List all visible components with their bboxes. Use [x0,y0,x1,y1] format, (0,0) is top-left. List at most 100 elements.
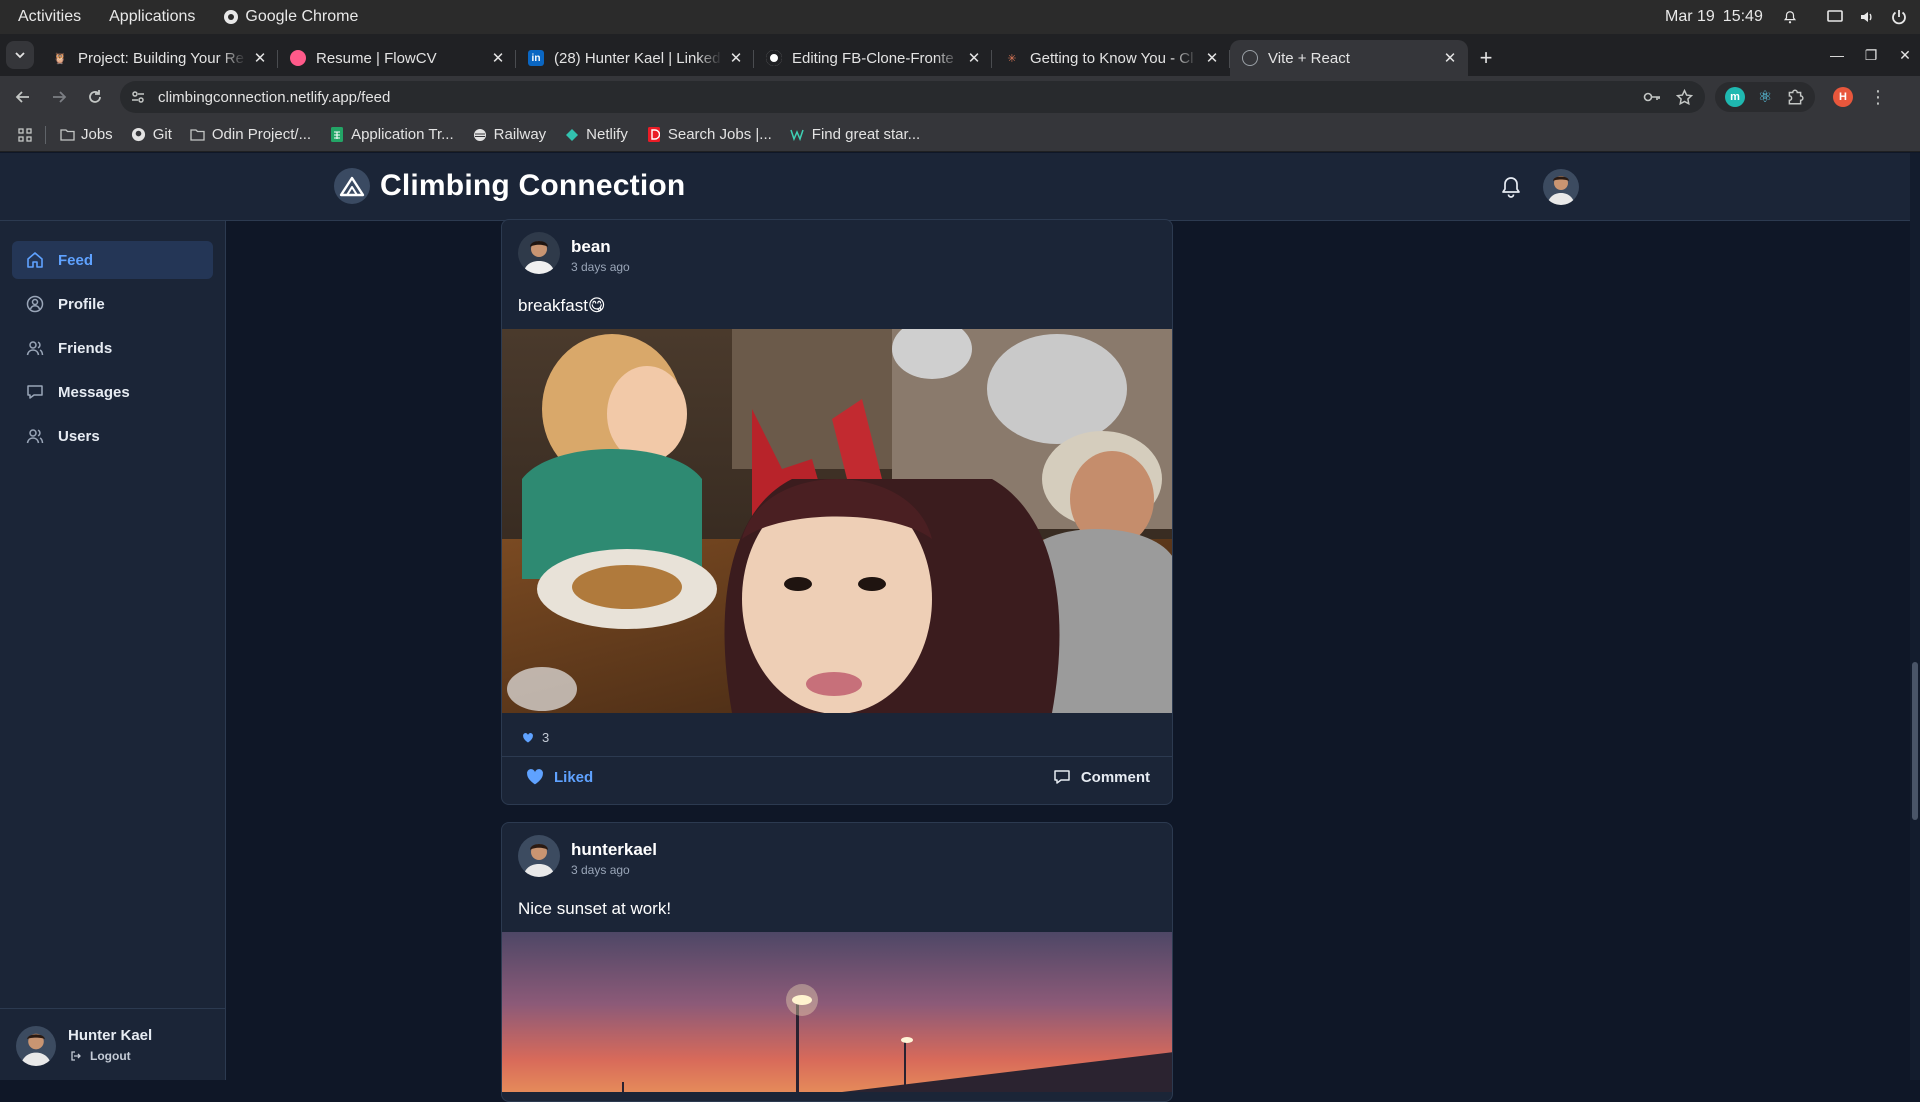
browser-tab[interactable]: Editing FB-Clone-Fronte ✕ [754,40,992,76]
messages-icon [27,385,43,399]
post-text: breakfast😋 [518,296,606,315]
post-photo-sunset[interactable] [502,932,1172,1092]
sidebar-item-friends[interactable]: Friends [12,329,213,367]
reload-button[interactable] [78,80,112,114]
notifications-bell-icon[interactable] [1499,175,1523,199]
extension-m-icon[interactable]: m [1725,87,1745,107]
chevron-down-icon [15,52,25,59]
odin-icon: 🦉 [53,52,67,65]
folder-icon [190,127,206,143]
like-count-heart-icon [523,732,533,742]
bookmark-label: Railway [493,126,547,143]
tab-title: Vite + React [1268,49,1350,67]
apps-grid-button[interactable] [0,122,41,148]
chrome-menu-icon[interactable]: ⋮ [1869,87,1887,108]
sidebar-item-feed[interactable]: Feed [12,241,213,279]
maximize-icon[interactable]: ❐ [1862,47,1880,64]
like-count: 3 [542,730,550,745]
tab-close-icon[interactable]: ✕ [490,50,506,67]
current-user-footer: Hunter Kael Logout [0,1008,225,1080]
bookmark-star-icon[interactable] [1673,86,1695,108]
comment-button[interactable]: Comment [1053,768,1150,786]
sheets-icon [329,127,345,143]
github-icon [131,127,147,143]
bookmark-item[interactable]: Odin Project/... [181,122,320,148]
post-author-avatar[interactable] [518,232,560,274]
bookmark-item[interactable]: Search Jobs |... [637,122,781,148]
notification-bell-icon [1783,11,1796,24]
tab-search-button[interactable] [6,41,34,69]
power-icon[interactable] [1890,8,1908,26]
volume-icon[interactable] [1858,8,1876,26]
profile-avatar-button[interactable]: H [1833,87,1853,107]
browser-tab[interactable]: ✳ Getting to Know You - Cl ✕ [992,40,1230,76]
url-text[interactable]: climbingconnection.netlify.app/feed [158,89,1631,106]
sidebar-item-profile[interactable]: Profile [12,285,213,323]
applications-menu[interactable]: Applications [95,8,209,26]
bookmark-item[interactable]: Git [122,122,181,148]
post-actions: Liked Comment [502,758,1172,800]
bookmark-item[interactable]: Application Tr... [320,122,463,148]
tab-close-icon[interactable]: ✕ [728,50,744,67]
linkedin-icon: in [528,50,544,66]
bookmark-item[interactable]: Jobs [50,122,122,148]
react-devtools-icon[interactable]: ⚛ [1755,87,1775,107]
activities-button[interactable]: Activities [0,8,95,26]
heart-filled-icon [527,769,543,785]
users-icon [26,429,44,444]
bookmark-item[interactable]: Railway [463,122,556,148]
bookmark-item[interactable]: Find great star... [781,122,929,148]
back-arrow-icon [15,91,29,103]
post-photo-breakfast[interactable] [502,329,1172,713]
post-author[interactable]: hunterkael [571,840,657,860]
close-window-icon[interactable]: ✕ [1896,47,1914,64]
address-bar[interactable]: climbingconnection.netlify.app/feed [120,81,1705,113]
new-tab-button[interactable]: + [1468,40,1504,76]
tab-title: Editing FB-Clone-Fronte [792,49,954,67]
user-avatar[interactable] [16,1026,56,1066]
sidebar-item-users[interactable]: Users [12,417,213,455]
back-button[interactable] [6,80,40,114]
tab-close-icon[interactable]: ✕ [252,50,268,67]
browser-toolbar: climbingconnection.netlify.app/feed m ⚛ … [0,76,1920,118]
mountain-logo-icon [334,168,370,204]
reload-icon [89,90,101,103]
clock[interactable]: Mar 19 15:49 [1665,0,1797,34]
logout-icon [71,1051,81,1061]
browser-tab[interactable]: Vite + React ✕ [1230,40,1468,76]
post-time: 3 days ago [571,260,630,274]
forward-button[interactable] [42,80,76,114]
app-menu-chrome[interactable]: Google Chrome [209,8,372,26]
scrollbar-thumb[interactable] [1912,662,1918,820]
dice-icon [646,127,662,143]
sidebar-item-label: Feed [58,251,94,269]
browser-tab[interactable]: in (28) Hunter Kael | Linked ✕ [516,40,754,76]
sidebar-item-label: Messages [58,383,130,401]
extensions-group: m ⚛ [1715,82,1815,112]
extensions-puzzle-icon[interactable] [1785,87,1805,107]
sidebar-item-messages[interactable]: Messages [12,373,213,411]
bookmark-item[interactable]: Netlify [555,122,637,148]
logout-button[interactable]: Logout [70,1049,131,1063]
browser-tab[interactable]: Resume | FlowCV ✕ [278,40,516,76]
page-scrollbar[interactable] [1910,153,1920,1080]
post-author-avatar[interactable] [518,835,560,877]
browser-tab[interactable]: 🦉 Project: Building Your Re ✕ [40,40,278,76]
site-info-icon[interactable] [130,89,146,105]
liked-button[interactable]: Liked [526,768,593,786]
tab-close-icon[interactable]: ✕ [1204,50,1220,67]
screen-icon[interactable] [1826,8,1844,26]
brand[interactable]: Climbing Connection [334,168,685,204]
tab-close-icon[interactable]: ✕ [966,50,982,67]
password-key-icon[interactable] [1641,86,1663,108]
minimize-icon[interactable]: — [1828,47,1846,63]
post-author[interactable]: bean [571,237,611,257]
tab-close-icon[interactable]: ✕ [1442,50,1458,67]
sidebar: Feed Profile Friends Messages Users Hunt… [0,221,226,1080]
tab-title: (28) Hunter Kael | Linked [554,49,721,67]
bookmark-label: Jobs [81,126,113,143]
sidebar-item-label: Friends [58,339,113,357]
header-avatar[interactable] [1543,169,1579,205]
github-icon [766,50,782,66]
folder-icon [59,127,75,143]
